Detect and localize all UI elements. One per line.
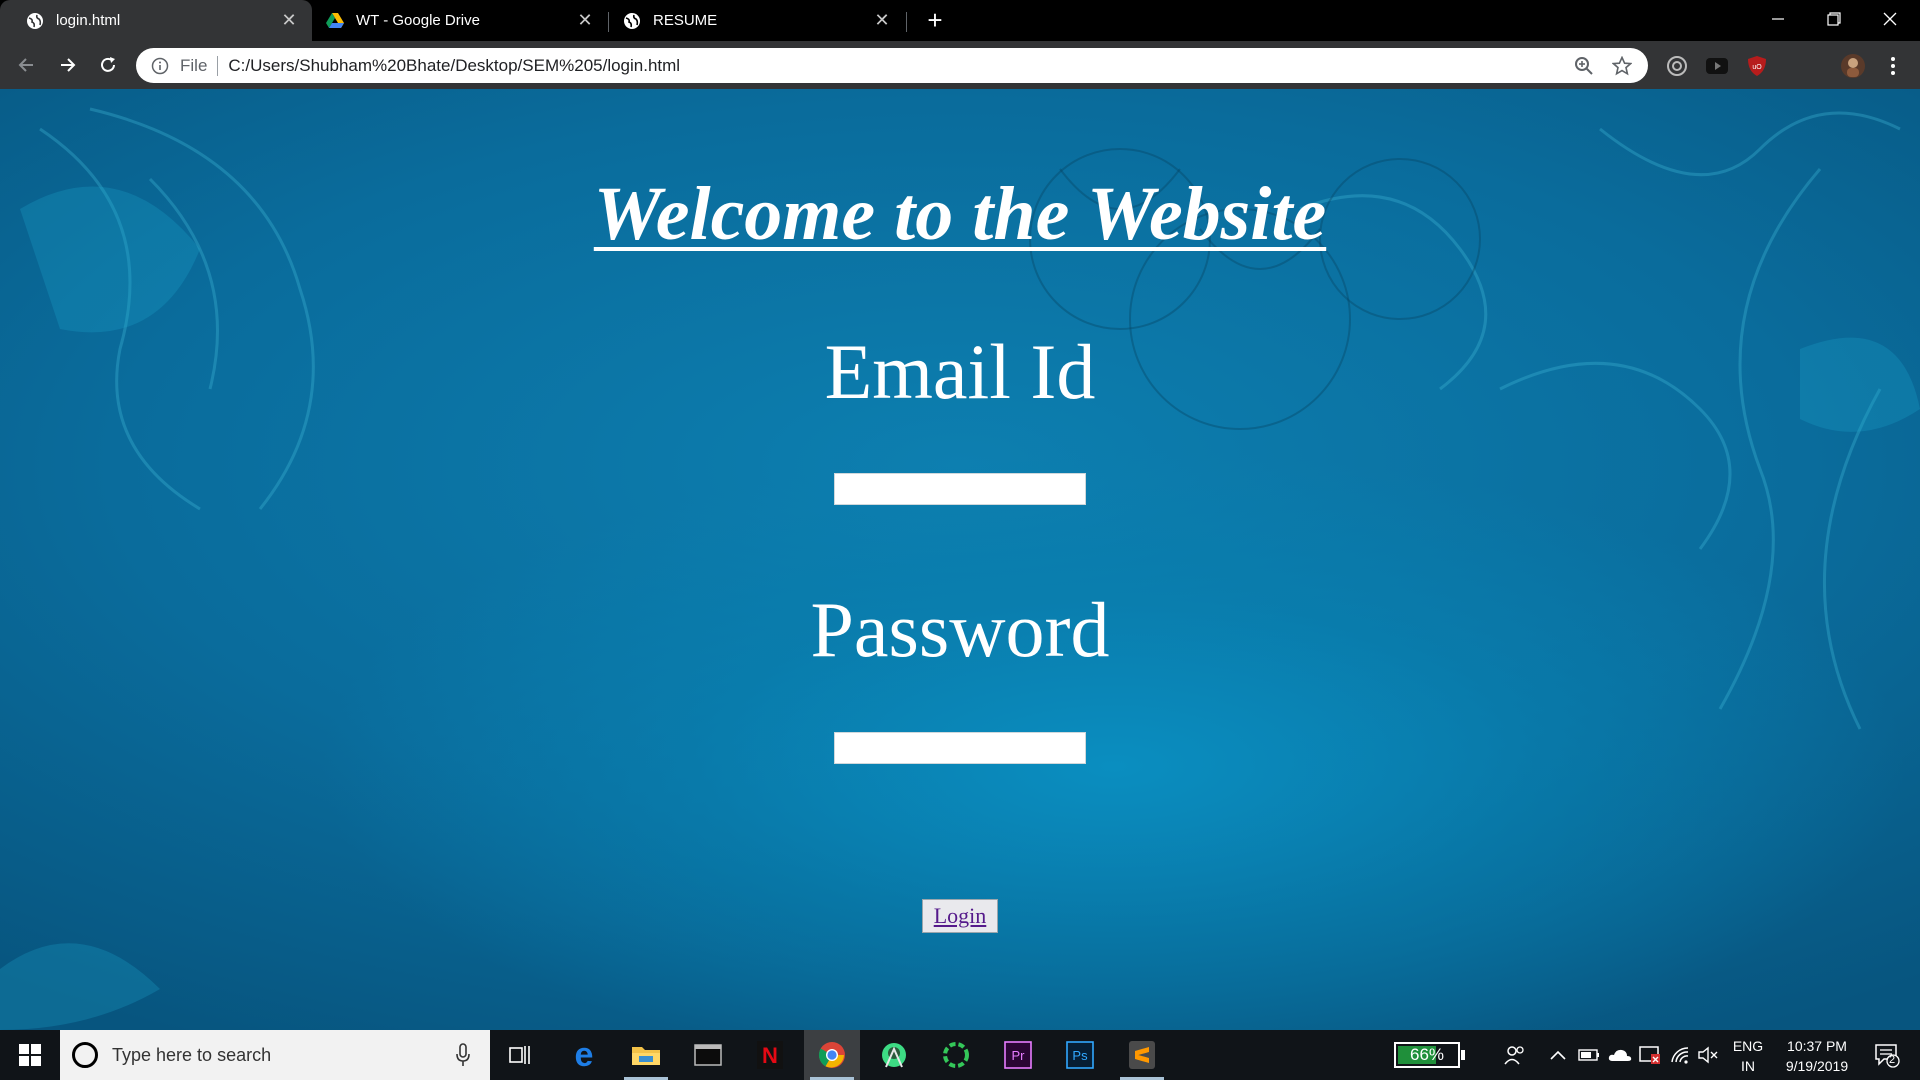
minimize-button[interactable] xyxy=(1750,0,1806,38)
restore-button[interactable] xyxy=(1806,0,1862,38)
notification-count: 2 xyxy=(1889,1054,1896,1066)
clock-date: 9/19/2019 xyxy=(1785,1058,1849,1074)
tab-title: RESUME xyxy=(653,12,718,29)
address-scheme: File xyxy=(180,55,208,75)
language-indicator[interactable]: ENG IN xyxy=(1730,1036,1766,1076)
forward-button[interactable] xyxy=(54,51,82,79)
login-button[interactable]: Login xyxy=(922,899,998,933)
cortana-icon xyxy=(72,1042,98,1068)
battery-percent-badge: 66% xyxy=(1394,1042,1465,1068)
close-tab-icon[interactable]: ✕ xyxy=(574,10,596,32)
tab-resume[interactable]: RESUME ✕ xyxy=(609,0,905,41)
tab-divider xyxy=(906,12,907,32)
tab-title: login.html xyxy=(56,12,121,29)
speaker-muted-icon[interactable] xyxy=(1694,1030,1722,1080)
address-divider xyxy=(217,55,219,76)
edge-icon[interactable]: e xyxy=(556,1030,612,1080)
reload-button[interactable] xyxy=(94,51,122,79)
windows-logo-icon xyxy=(19,1044,41,1066)
chevron-up-icon[interactable] xyxy=(1546,1030,1570,1080)
youtube-extension-icon[interactable] xyxy=(1704,53,1730,79)
address-bar[interactable]: File C:/Users/Shubham%20Bhate/Desktop/SE… xyxy=(136,48,1648,83)
file-explorer-icon[interactable] xyxy=(618,1030,674,1080)
page-viewport: Welcome to the Website Email Id Password… xyxy=(0,89,1920,1030)
svg-text:Ps: Ps xyxy=(1072,1048,1088,1063)
page-title: Welcome to the Website xyxy=(593,172,1327,256)
address-url[interactable]: C:/Users/Shubham%20Bhate/Desktop/SEM%205… xyxy=(228,56,1572,76)
browser-tab-strip: login.html ✕ WT - Google Drive ✕ RESUME … xyxy=(0,0,1920,41)
password-label: Password xyxy=(810,586,1110,673)
tab-google-drive[interactable]: WT - Google Drive ✕ xyxy=(312,0,608,41)
browser-toolbar: File C:/Users/Shubham%20Bhate/Desktop/SE… xyxy=(0,41,1920,89)
svg-text:Pr: Pr xyxy=(1012,1048,1026,1063)
zoom-icon[interactable] xyxy=(1572,54,1596,78)
action-center-button[interactable]: 2 xyxy=(1864,1030,1910,1080)
language-code: ENG xyxy=(1732,1038,1764,1054)
android-studio-icon[interactable] xyxy=(866,1030,922,1080)
password-field[interactable] xyxy=(834,732,1086,764)
new-tab-button[interactable]: + xyxy=(921,5,949,35)
profile-avatar[interactable] xyxy=(1840,53,1866,79)
microphone-icon[interactable] xyxy=(450,1042,476,1068)
close-tab-icon[interactable]: ✕ xyxy=(278,10,300,32)
extension-circle-icon[interactable] xyxy=(1664,53,1690,79)
task-view-icon[interactable] xyxy=(492,1030,548,1080)
onedrive-cloud-icon[interactable] xyxy=(1606,1030,1634,1080)
windows-taskbar: Type here to search e N Pr Ps 66% ENG IN… xyxy=(0,1030,1920,1080)
kebab-menu-icon[interactable] xyxy=(1880,53,1906,79)
google-drive-icon xyxy=(326,12,344,30)
chrome-icon[interactable] xyxy=(804,1030,860,1080)
people-icon[interactable] xyxy=(1500,1030,1530,1080)
photoshop-icon[interactable]: Ps xyxy=(1052,1030,1108,1080)
green-circle-app-icon[interactable] xyxy=(928,1030,984,1080)
search-placeholder: Type here to search xyxy=(112,1044,272,1065)
svg-text:N: N xyxy=(762,1043,778,1068)
terminal-icon[interactable] xyxy=(680,1030,736,1080)
tab-login-html[interactable]: login.html ✕ xyxy=(0,0,312,41)
close-window-button[interactable] xyxy=(1862,0,1918,38)
taskbar-search[interactable]: Type here to search xyxy=(60,1030,490,1080)
close-tab-icon[interactable]: ✕ xyxy=(871,10,893,32)
notification-icon xyxy=(1875,1044,1900,1068)
netflix-icon[interactable]: N xyxy=(742,1030,798,1080)
globe-icon xyxy=(26,12,44,30)
bookmark-star-icon[interactable] xyxy=(1610,54,1634,78)
tab-title: WT - Google Drive xyxy=(356,12,480,29)
globe-icon xyxy=(623,12,641,30)
battery-nub xyxy=(1461,1050,1465,1060)
info-icon[interactable] xyxy=(150,56,170,76)
clock-time: 10:37 PM xyxy=(1787,1038,1847,1054)
battery-percent-text: 66% xyxy=(1409,1045,1445,1064)
battery-tray-icon[interactable] xyxy=(1576,1030,1602,1080)
region-code: IN xyxy=(1741,1058,1755,1074)
email-label: Email Id xyxy=(824,328,1096,415)
security-tray-icon[interactable] xyxy=(1636,1030,1664,1080)
clock[interactable]: 10:37 PM 9/19/2019 xyxy=(1774,1036,1860,1076)
email-field[interactable] xyxy=(834,473,1086,505)
wifi-icon[interactable] xyxy=(1666,1030,1694,1080)
sublime-text-icon[interactable] xyxy=(1114,1030,1170,1080)
ublock-shield-icon[interactable]: uO xyxy=(1744,53,1770,79)
back-button[interactable] xyxy=(12,51,40,79)
svg-text:uO: uO xyxy=(1752,64,1762,71)
premiere-pro-icon[interactable]: Pr xyxy=(990,1030,1046,1080)
windows-start-button[interactable] xyxy=(0,1030,60,1080)
